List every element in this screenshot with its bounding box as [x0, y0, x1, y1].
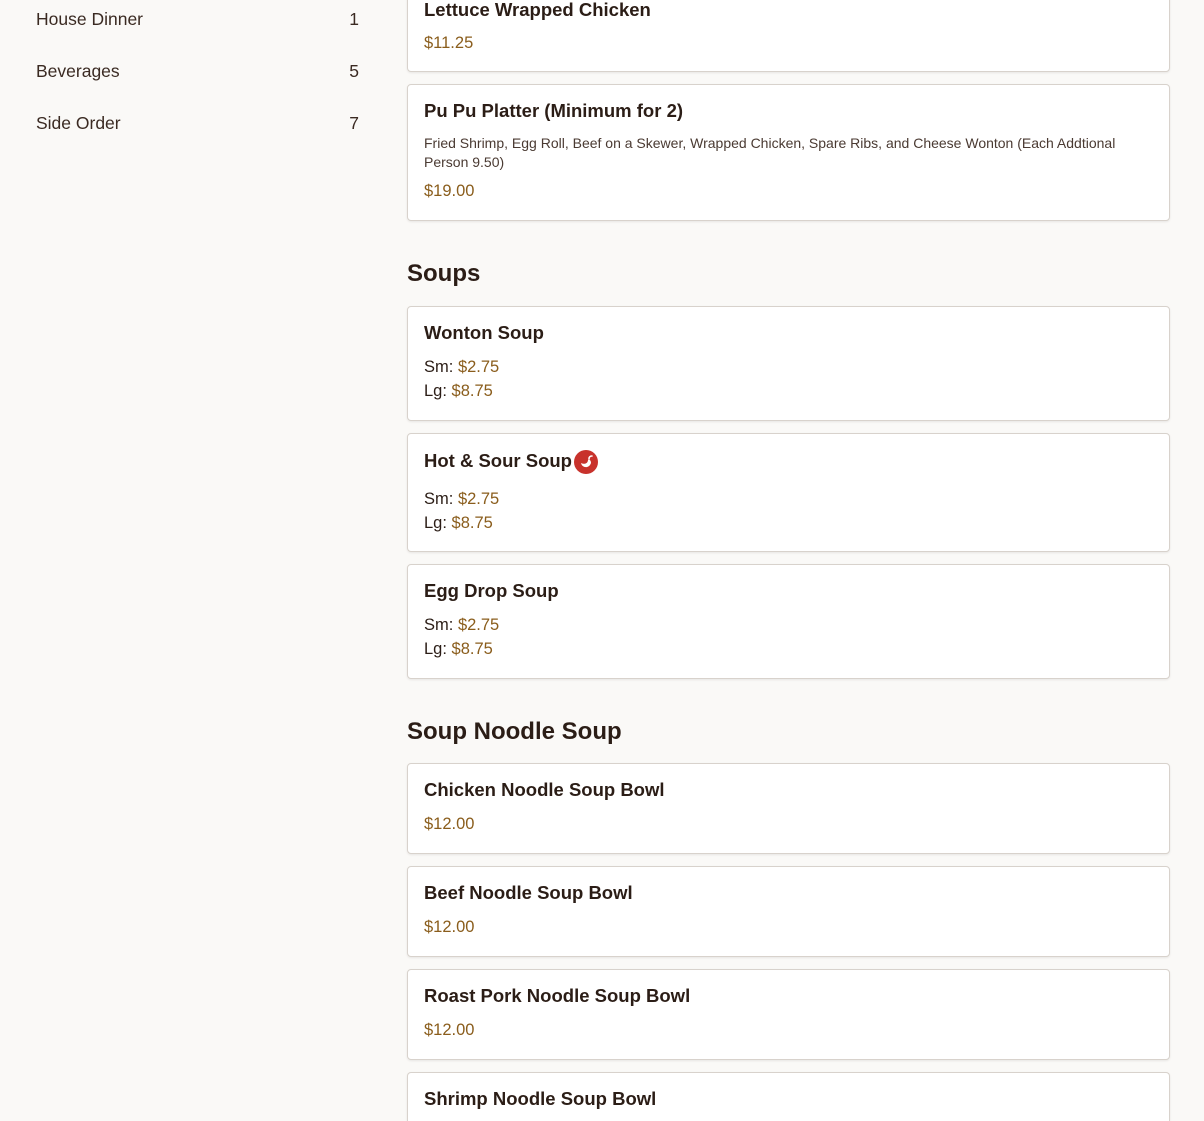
category-count: 5 — [349, 60, 359, 81]
category-count: 1 — [349, 8, 359, 29]
item-name: Hot & Sour Soup — [424, 450, 572, 471]
category-name: House Dinner — [36, 8, 143, 29]
section-title-soups: Soups — [407, 260, 481, 287]
item-name: Roast Pork Noodle Soup Bowl — [424, 985, 691, 1006]
size-label: Sm: — [424, 358, 454, 376]
price-value: $8.75 — [451, 514, 493, 532]
price-value: $8.75 — [451, 382, 493, 400]
item-name: Lettuce Wrapped Chicken — [424, 0, 651, 20]
item-name: Beef Noodle Soup Bowl — [424, 882, 633, 903]
size-label: Sm: — [424, 616, 454, 634]
item-price-large: Lg: $8.75 — [424, 382, 493, 401]
size-label: Lg: — [424, 640, 447, 658]
page-scrollbar[interactable] — [1186, 0, 1204, 1121]
item-price-small: Sm: $2.75 — [424, 616, 499, 635]
item-price: $19.00 — [424, 182, 475, 200]
menu-item-lettuce-wrapped-chicken[interactable]: Lettuce Wrapped Chicken $11.25 — [407, 0, 1170, 72]
menu-item-hot-sour-soup[interactable]: Hot & Sour Soup Sm: $2.75 Lg: $8.75 — [407, 433, 1170, 552]
price-value: $2.75 — [457, 490, 500, 508]
sidebar-item-beverages[interactable]: Beverages 5 — [36, 56, 359, 86]
category-count: 7 — [349, 112, 359, 133]
sidebar-item-side-order[interactable]: Side Order 7 — [36, 108, 359, 138]
size-label: Lg: — [424, 382, 447, 400]
section-title-soup-noodle: Soup Noodle Soup — [407, 718, 622, 745]
item-price: $12.00 — [424, 1021, 475, 1039]
menu-item-roast-pork-noodle-soup-bowl[interactable]: Roast Pork Noodle Soup Bowl $12.00 — [407, 969, 1170, 1060]
category-name: Beverages — [36, 60, 120, 81]
menu-item-egg-drop-soup[interactable]: Egg Drop Soup Sm: $2.75 Lg: $8.75 — [407, 564, 1170, 679]
item-price: $11.25 — [424, 34, 474, 52]
item-name: Egg Drop Soup — [424, 580, 559, 601]
price-value: $2.75 — [457, 616, 500, 634]
menu-page: House Dinner 1 Beverages 5 Side Order 7 … — [0, 0, 1204, 1121]
item-price-large: Lg: $8.75 — [424, 514, 493, 533]
item-price-small: Sm: $2.75 — [424, 358, 499, 377]
menu-item-pu-pu-platter[interactable]: Pu Pu Platter (Minimum for 2) Fried Shri… — [407, 84, 1170, 221]
category-sidebar: House Dinner 1 Beverages 5 Side Order 7 — [0, 0, 380, 1121]
sidebar-item-house-dinner[interactable]: House Dinner 1 — [36, 4, 359, 34]
menu-item-beef-noodle-soup-bowl[interactable]: Beef Noodle Soup Bowl $12.00 — [407, 866, 1170, 957]
item-price: $12.00 — [424, 815, 475, 833]
price-value: $2.75 — [457, 358, 500, 376]
price-value: $8.75 — [451, 640, 493, 658]
spicy-pepper-icon — [574, 450, 598, 474]
item-price: $12.00 — [424, 918, 475, 936]
menu-item-shrimp-noodle-soup-bowl[interactable]: Shrimp Noodle Soup Bowl — [407, 1072, 1170, 1121]
menu-item-chicken-noodle-soup-bowl[interactable]: Chicken Noodle Soup Bowl $12.00 — [407, 763, 1170, 854]
item-name: Wonton Soup — [424, 322, 544, 343]
item-price-small: Sm: $2.75 — [424, 490, 499, 509]
item-description: Fried Shrimp, Egg Roll, Beef on a Skewer… — [424, 135, 1116, 170]
size-label: Lg: — [424, 514, 447, 532]
size-label: Sm: — [424, 490, 454, 508]
item-name: Pu Pu Platter (Minimum for 2) — [424, 100, 684, 121]
category-name: Side Order — [36, 112, 121, 133]
item-price-large: Lg: $8.75 — [424, 640, 493, 659]
menu-list: Lettuce Wrapped Chicken $11.25 Pu Pu Pla… — [407, 0, 1172, 1121]
item-name: Shrimp Noodle Soup Bowl — [424, 1088, 657, 1109]
menu-item-wonton-soup[interactable]: Wonton Soup Sm: $2.75 Lg: $8.75 — [407, 306, 1170, 421]
item-name: Chicken Noodle Soup Bowl — [424, 779, 665, 800]
